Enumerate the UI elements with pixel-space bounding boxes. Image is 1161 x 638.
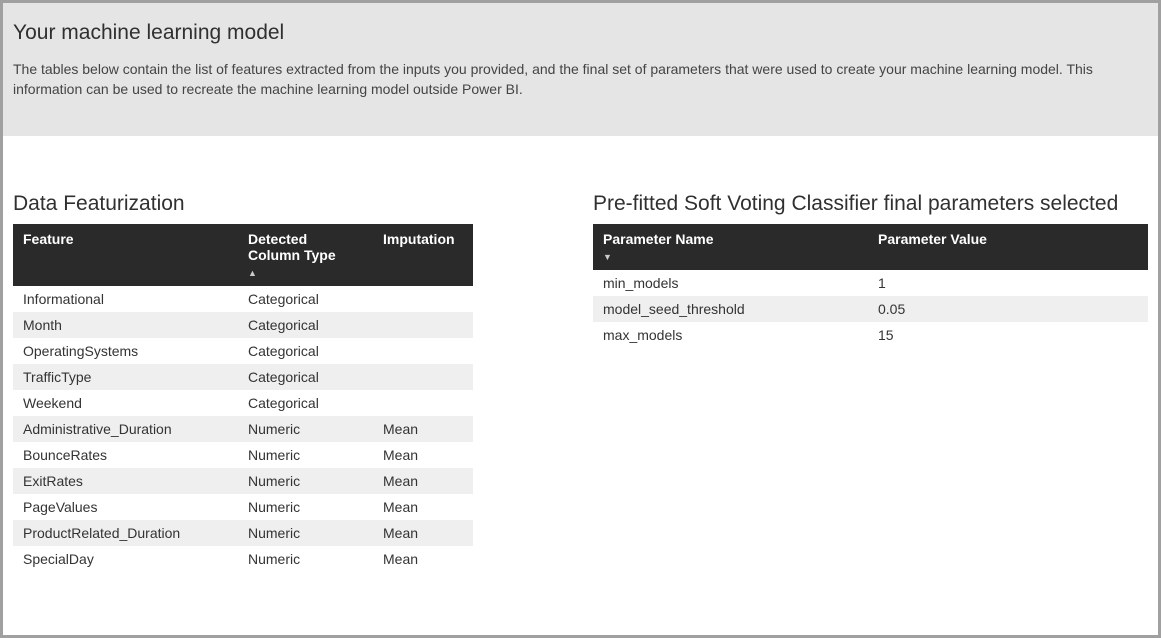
table-cell: ExitRates [13,468,238,494]
parameters-table: Parameter Name ▼ Parameter Value min_mod… [593,224,1148,348]
report-container: Your machine learning model The tables b… [3,3,1158,635]
table-header-row: Feature Detected Column Type ▲ Imputatio… [13,224,473,286]
table-row[interactable]: BounceRatesNumericMean [13,442,473,468]
column-header-label: Parameter Name [603,231,714,247]
table-row[interactable]: Administrative_DurationNumericMean [13,416,473,442]
table-row[interactable]: max_models15 [593,322,1148,348]
column-header-param-value[interactable]: Parameter Value [868,224,1148,270]
table-row[interactable]: MonthCategorical [13,312,473,338]
table-row[interactable]: TrafficTypeCategorical [13,364,473,390]
table-row[interactable]: WeekendCategorical [13,390,473,416]
table-cell: OperatingSystems [13,338,238,364]
table-cell: Month [13,312,238,338]
table-cell: Mean [373,442,473,468]
table-row[interactable]: InformationalCategorical [13,286,473,312]
table-cell: Numeric [238,520,373,546]
table-cell: Categorical [238,390,373,416]
table-cell: 0.05 [868,296,1148,322]
table-cell: ProductRelated_Duration [13,520,238,546]
table-cell: Informational [13,286,238,312]
table-cell: Administrative_Duration [13,416,238,442]
table-cell: TrafficType [13,364,238,390]
featurization-title: Data Featurization [13,192,473,216]
table-cell: Categorical [238,364,373,390]
sort-asc-icon: ▲ [248,268,257,278]
column-header-label: Detected Column Type [248,231,336,263]
table-cell [373,364,473,390]
table-cell: Numeric [238,468,373,494]
content-section: Data Featurization Feature Detected Colu… [3,136,1158,582]
table-cell [373,286,473,312]
table-cell [373,390,473,416]
table-row[interactable]: min_models1 [593,270,1148,296]
column-header-label: Imputation [383,231,455,247]
table-cell: Mean [373,416,473,442]
table-cell: Mean [373,468,473,494]
featurization-table: Feature Detected Column Type ▲ Imputatio… [13,224,473,572]
table-cell: 15 [868,322,1148,348]
parameters-title: Pre-fitted Soft Voting Classifier final … [593,192,1148,216]
table-row[interactable]: SpecialDayNumericMean [13,546,473,572]
table-cell: Numeric [238,494,373,520]
table-cell: max_models [593,322,868,348]
sort-desc-icon: ▼ [603,252,612,262]
table-cell: Numeric [238,442,373,468]
featurization-panel: Data Featurization Feature Detected Colu… [13,192,473,572]
table-cell: Categorical [238,312,373,338]
column-header-label: Parameter Value [878,231,987,247]
table-header-row: Parameter Name ▼ Parameter Value [593,224,1148,270]
table-cell: Mean [373,494,473,520]
table-cell: Numeric [238,416,373,442]
column-header-param-name[interactable]: Parameter Name ▼ [593,224,868,270]
table-cell: 1 [868,270,1148,296]
table-row[interactable]: ProductRelated_DurationNumericMean [13,520,473,546]
table-row[interactable]: OperatingSystemsCategorical [13,338,473,364]
table-cell: model_seed_threshold [593,296,868,322]
table-row[interactable]: PageValuesNumericMean [13,494,473,520]
table-row[interactable]: model_seed_threshold0.05 [593,296,1148,322]
table-cell [373,312,473,338]
table-cell: min_models [593,270,868,296]
table-cell: Categorical [238,286,373,312]
table-cell: Weekend [13,390,238,416]
header-section: Your machine learning model The tables b… [3,3,1158,136]
table-cell: SpecialDay [13,546,238,572]
table-row[interactable]: ExitRatesNumericMean [13,468,473,494]
table-cell: PageValues [13,494,238,520]
table-cell: Numeric [238,546,373,572]
page-title: Your machine learning model [13,21,1148,45]
column-header-detected-type[interactable]: Detected Column Type ▲ [238,224,373,286]
column-header-label: Feature [23,231,74,247]
table-cell: Mean [373,546,473,572]
column-header-feature[interactable]: Feature [13,224,238,286]
page-description: The tables below contain the list of fea… [13,59,1148,100]
table-cell: BounceRates [13,442,238,468]
table-cell [373,338,473,364]
table-cell: Categorical [238,338,373,364]
column-header-imputation[interactable]: Imputation [373,224,473,286]
parameters-panel: Pre-fitted Soft Voting Classifier final … [593,192,1148,572]
table-cell: Mean [373,520,473,546]
